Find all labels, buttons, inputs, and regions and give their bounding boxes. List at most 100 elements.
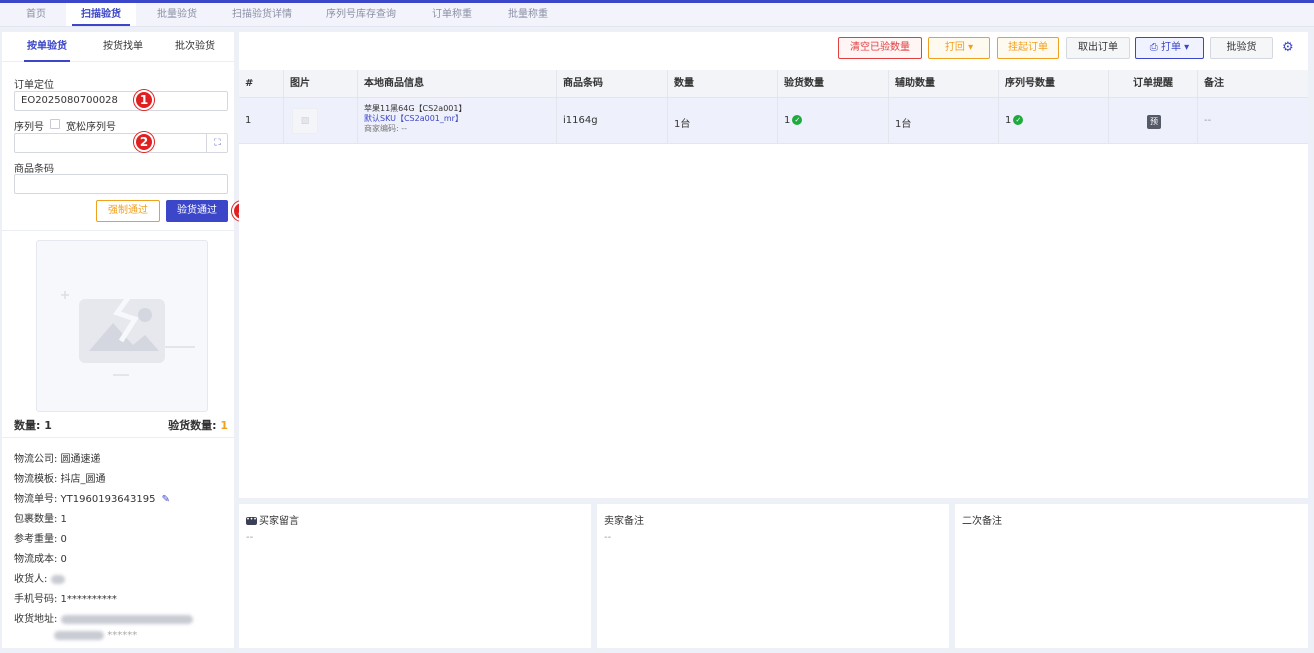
tracking-number-row: 物流单号: YT1960193643195 ✎ — [14, 490, 170, 505]
quantity-label: 数量: 1 — [14, 419, 52, 432]
subtab-by-order[interactable]: 按单验货 — [14, 32, 80, 62]
cell-image: ▨ — [283, 98, 357, 144]
gear-icon[interactable]: ⚙ — [1282, 40, 1294, 55]
logistics-template: 物流模板: 抖店_圆通 — [14, 474, 106, 485]
presale-tag[interactable]: 预 — [1147, 115, 1161, 129]
divider — [2, 437, 234, 438]
reject-dropdown-button[interactable]: 打回 ▾ — [928, 37, 990, 59]
image-placeholder-icon: ▨ — [292, 108, 318, 134]
page-tabs: 首页 扫描验货 批量验货 扫描验货详情 序列号库存查询 订单称重 批量称重 — [0, 3, 1314, 27]
table-header: # 图片 本地商品信息 商品条码 数量 验货数量 辅助数量 序列号数量 订单提醒… — [239, 70, 1308, 98]
edit-icon[interactable]: ✎ — [162, 494, 170, 505]
tab-scan-inspect[interactable]: 扫描验货 — [66, 3, 136, 26]
cell-remind: 预 — [1108, 98, 1197, 144]
second-note-panel: 二次备注 — [955, 504, 1308, 648]
tracking-number: 物流单号: YT1960193643195 — [14, 494, 156, 505]
cell-product: 苹果11黑64G【CS2a001】 默认SKU【CS2a001_mr】 商家编码… — [357, 98, 556, 144]
logistics-company: 物流公司: 圆通速递 — [14, 454, 101, 465]
receiver-label: 收货人: — [14, 574, 48, 585]
print-order-button[interactable]: ⎙ 打单 ▾ — [1135, 37, 1204, 59]
inspect-pass-button[interactable]: 验货通过 — [166, 200, 228, 222]
force-pass-button[interactable]: 强制通过 — [96, 200, 160, 222]
serial-input[interactable] — [14, 133, 228, 153]
cell-aux: 1台 — [888, 98, 998, 144]
address-tail: ****** — [107, 630, 138, 641]
column-header-barcode: 商品条码 — [556, 70, 667, 98]
check-icon: ✓ — [792, 115, 803, 125]
address-row: 收货地址: — [14, 610, 193, 625]
logistics-cost: 物流成本: 0 — [14, 554, 67, 565]
inspected-value: 1 — [220, 419, 228, 432]
subtab-by-goods[interactable]: 按货找单 — [90, 32, 156, 62]
tab-scan-inspect-detail[interactable]: 扫描验货详情 — [222, 3, 302, 26]
merchant-code: 商家编码: -- — [364, 124, 408, 133]
buyer-message-panel: ••• 买家留言 -- — [239, 504, 591, 648]
column-header-serial: 序列号数量 — [998, 70, 1108, 98]
barcode-label: 商品条码 — [14, 164, 54, 175]
column-header-remark: 备注 — [1197, 70, 1308, 98]
column-header-product: 本地商品信息 — [357, 70, 556, 98]
inspection-panel: 清空已验数量 打回 ▾ 挂起订单 取出订单 ⎙ 打单 ▾ 批验货 ⚙ # 图片 … — [239, 32, 1308, 498]
second-note-label: 二次备注 — [962, 516, 1002, 527]
cell-index: 1 — [245, 115, 252, 126]
image-placeholder-icon — [61, 289, 195, 376]
seller-note-panel: 卖家备注 -- — [597, 504, 949, 648]
buyer-message-value: -- — [246, 532, 254, 543]
address-blurred-2 — [54, 630, 104, 640]
tab-order-weigh[interactable]: 订单称重 — [420, 3, 484, 26]
left-panel: 按单验货 按货找单 批次验货 订单定位 EO2025080700028 1 序列… — [2, 32, 252, 648]
order-locate-label: 订单定位 — [14, 80, 54, 91]
column-header-aux: 辅助数量 — [888, 70, 998, 98]
printer-icon: ⎙ — [1149, 42, 1158, 53]
inspect-mode-tabs: 按单验货 按货找单 批次验货 — [2, 32, 234, 62]
column-header-inspected: 验货数量 — [777, 70, 888, 98]
cell-qty: 1台 — [667, 98, 777, 144]
column-header-remind: 订单提醒 — [1108, 70, 1197, 98]
inspected-label: 验货数量: — [168, 419, 217, 432]
divider — [2, 230, 234, 231]
cell-barcode: i1164g — [556, 98, 667, 144]
chat-icon: ••• — [246, 516, 257, 525]
receiver-blurred — [50, 574, 65, 584]
column-header-image: 图片 — [283, 70, 357, 98]
column-header-qty: 数量 — [667, 70, 777, 98]
barcode-input[interactable] — [14, 174, 228, 194]
hang-order-button[interactable]: 挂起订单 — [997, 37, 1059, 59]
seller-note-value: -- — [604, 532, 612, 543]
print-label: 打单 ▾ — [1160, 42, 1190, 53]
reference-weight: 参考重量: 0 — [14, 534, 67, 545]
subtab-by-batch[interactable]: 批次验货 — [162, 32, 228, 62]
product-sku: 默认SKU【CS2a001_mr】 — [364, 114, 463, 123]
scan-icon[interactable]: ⛶ — [206, 133, 228, 153]
product-image-placeholder — [36, 240, 208, 412]
cell-inspected: 1 ✓ — [777, 98, 888, 144]
column-header-index: # — [245, 78, 254, 89]
address-row-2: ****** — [54, 630, 137, 641]
phone-number: 手机号码: 1********** — [14, 594, 117, 605]
package-count: 包裹数量: 1 — [14, 514, 67, 525]
tab-home[interactable]: 首页 — [14, 3, 58, 26]
tab-serial-stock[interactable]: 序列号库存查询 — [316, 3, 406, 26]
table-row[interactable]: 1 ▨ 苹果11黑64G【CS2a001】 默认SKU【CS2a001_mr】 … — [239, 98, 1308, 144]
clear-inspected-button[interactable]: 清空已验数量 — [838, 37, 922, 59]
take-out-order-button[interactable]: 取出订单 — [1066, 37, 1130, 59]
tab-batch-inspect[interactable]: 批量验货 — [144, 3, 210, 26]
cell-remark: -- — [1197, 98, 1308, 144]
cell-serial: 1 ✓ — [998, 98, 1108, 144]
batch-inspect-button[interactable]: 批验货 — [1210, 37, 1273, 59]
product-name: 苹果11黑64G【CS2a001】 — [364, 104, 467, 113]
seller-note-label: 卖家备注 — [604, 516, 644, 527]
receiver-row: 收货人: — [14, 570, 65, 585]
order-locate-input[interactable]: EO2025080700028 — [14, 91, 228, 111]
loose-serial-label: 宽松序列号 — [66, 122, 116, 133]
step-badge-1: 1 — [134, 90, 154, 110]
loose-serial-checkbox[interactable] — [50, 119, 60, 129]
buyer-message-label: 买家留言 — [259, 516, 299, 527]
step-badge-2: 2 — [134, 132, 154, 152]
quantity-summary: 数量: 1 验货数量: 1 — [14, 417, 228, 433]
address-blurred — [60, 614, 193, 624]
address-label: 收货地址: — [14, 614, 58, 625]
tab-batch-weigh[interactable]: 批量称重 — [496, 3, 560, 26]
check-icon: ✓ — [1013, 115, 1024, 125]
serial-label: 序列号 — [14, 122, 44, 133]
